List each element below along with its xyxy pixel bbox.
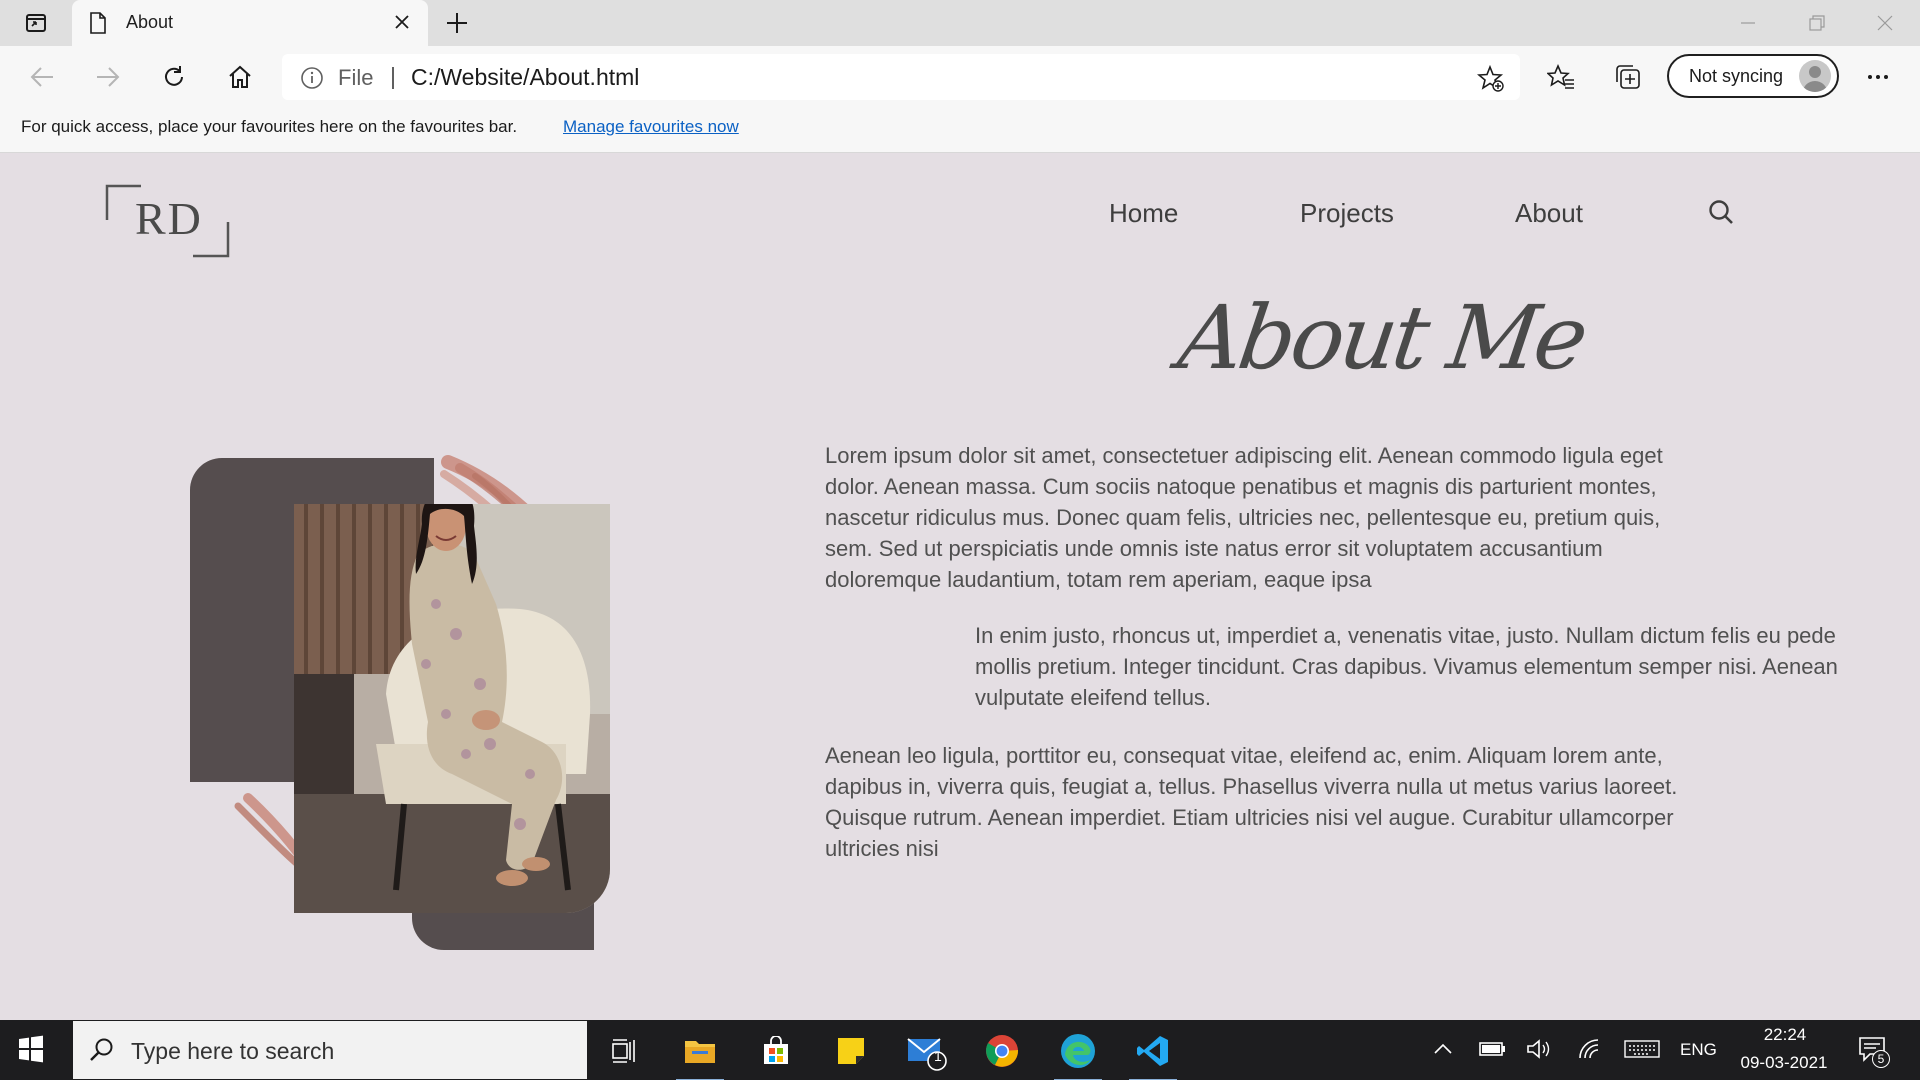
chrome-icon	[986, 1035, 1019, 1067]
profile-sync-button[interactable]: Not syncing	[1667, 54, 1839, 98]
windows-start-icon[interactable]	[16, 1034, 46, 1064]
profile-avatar	[1799, 60, 1831, 92]
minimize-icon	[1741, 22, 1755, 24]
restore-button[interactable]	[1802, 10, 1832, 36]
manage-favourites-link[interactable]: Manage favourites now	[563, 117, 739, 137]
vscode-icon	[1137, 1036, 1168, 1066]
sticky-notes-icon	[838, 1038, 864, 1064]
page-icon	[90, 12, 106, 34]
collections-button[interactable]	[1611, 60, 1645, 94]
close-tab-icon[interactable]	[394, 14, 410, 30]
search-placeholder: Type here to search	[131, 1038, 335, 1064]
clock-time[interactable]: 22:24	[1755, 1025, 1815, 1045]
about-paragraph-3: Aenean leo ligula, porttitor eu, consequ…	[825, 743, 1678, 861]
add-favourite-icon[interactable]	[1477, 65, 1505, 93]
forward-button[interactable]	[91, 60, 125, 94]
file-explorer-button[interactable]	[672, 1028, 728, 1080]
show-hidden-icons-icon[interactable]	[1432, 1038, 1454, 1060]
forward-arrow-icon	[97, 67, 120, 87]
chrome-button[interactable]	[974, 1028, 1030, 1074]
edge-icon	[1061, 1034, 1095, 1068]
notification-count: 5	[1872, 1050, 1890, 1068]
page-heading: About Me	[1172, 286, 1591, 389]
file-explorer-icon	[685, 1041, 715, 1063]
close-icon	[1877, 15, 1893, 31]
portrait-artwork	[190, 455, 610, 950]
more-dots-icon	[1868, 75, 1888, 79]
favourites-message: For quick access, place your favourites …	[21, 117, 518, 136]
restore-icon	[1809, 15, 1825, 31]
web-page: RD Home Projects About About Me Lorem ip…	[0, 154, 1920, 1020]
tab-about[interactable]: About	[72, 0, 428, 46]
task-view-button[interactable]	[596, 1028, 652, 1074]
mail-button[interactable]: 1	[899, 1028, 955, 1074]
keyboard-icon[interactable]	[1624, 1038, 1660, 1060]
search-icon	[90, 1038, 113, 1061]
nav-home[interactable]: Home	[1109, 198, 1178, 229]
action-center-button[interactable]: 5	[1858, 1036, 1892, 1068]
task-view-icon	[612, 1039, 635, 1063]
mail-icon	[907, 1038, 947, 1071]
sticky-notes-button[interactable]	[823, 1028, 879, 1074]
minimize-button[interactable]	[1733, 10, 1763, 36]
settings-more-button[interactable]	[1861, 60, 1895, 94]
home-button[interactable]	[223, 60, 257, 94]
favourites-bar: For quick access, place your favourites …	[0, 108, 1920, 153]
address-separator	[392, 67, 394, 89]
refresh-button[interactable]	[157, 60, 191, 94]
back-button[interactable]	[25, 60, 59, 94]
refresh-icon	[165, 66, 183, 86]
volume-icon[interactable]	[1526, 1038, 1552, 1060]
network-icon[interactable]	[1578, 1038, 1604, 1060]
tab-actions-icon	[26, 14, 46, 32]
logo-text: RD	[135, 193, 203, 244]
clock-date[interactable]: 09-03-2021	[1734, 1053, 1834, 1073]
tab-bar: About	[0, 0, 1920, 46]
taskbar-search-box[interactable]: Type here to search	[73, 1021, 587, 1079]
favourites-star-icon	[1547, 63, 1574, 89]
address-prefix: File	[338, 65, 374, 90]
sync-label: Not syncing	[1689, 66, 1784, 86]
vscode-button[interactable]	[1125, 1028, 1181, 1080]
new-tab-icon[interactable]	[445, 11, 469, 35]
tab-actions-button[interactable]	[14, 8, 58, 38]
site-logo[interactable]: RD	[105, 184, 230, 258]
tab-title: About	[126, 12, 174, 32]
search-icon[interactable]	[1707, 198, 1735, 226]
battery-icon[interactable]	[1478, 1038, 1506, 1060]
mail-badge: 1	[934, 1048, 942, 1064]
url-input[interactable]	[411, 64, 1231, 91]
store-icon	[764, 1036, 788, 1064]
profile-photo	[294, 504, 610, 913]
info-icon[interactable]	[300, 66, 324, 90]
microsoft-store-button[interactable]	[748, 1028, 804, 1074]
favourites-button[interactable]	[1544, 60, 1578, 94]
input-language[interactable]: ENG	[1680, 1040, 1717, 1060]
back-arrow-icon	[30, 67, 53, 87]
windows-taskbar: Type here to search 1 ENG 22:24 09-03-20…	[0, 1020, 1920, 1080]
edge-button[interactable]	[1050, 1028, 1106, 1080]
home-icon	[229, 65, 251, 88]
about-paragraph-1: Lorem ipsum dolor sit amet, consectetuer…	[825, 443, 1663, 592]
address-bar[interactable]: File	[282, 54, 1520, 100]
close-window-button[interactable]	[1870, 10, 1900, 36]
browser-toolbar: File Not syncing	[0, 46, 1920, 108]
nav-about[interactable]: About	[1515, 198, 1583, 229]
about-paragraph-2: In enim justo, rhoncus ut, imperdiet a, …	[975, 623, 1838, 710]
person-icon	[1803, 66, 1827, 92]
nav-projects[interactable]: Projects	[1300, 198, 1394, 229]
collections-icon	[1616, 65, 1640, 89]
